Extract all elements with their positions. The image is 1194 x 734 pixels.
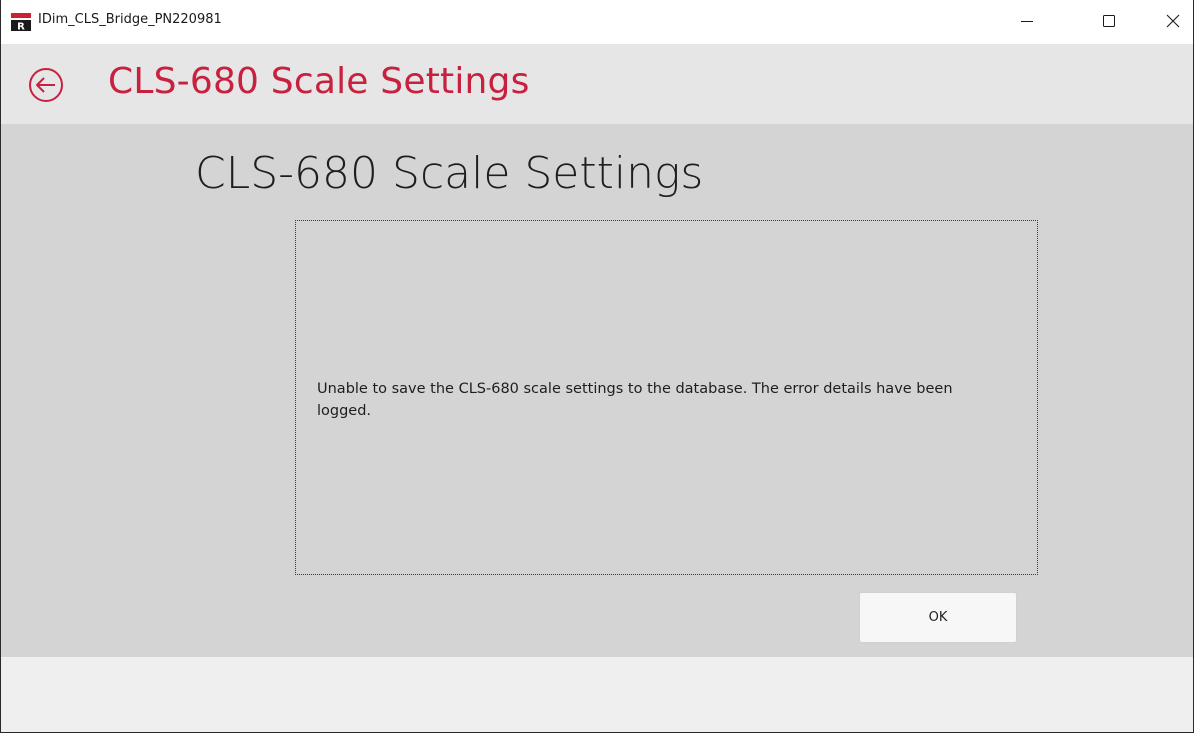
content-panel: CLS-680 Scale Settings Unable to save th… [1, 124, 1193, 657]
window-title: IDim_CLS_Bridge_PN220981 [38, 12, 222, 27]
maximize-icon [1103, 15, 1115, 27]
minimize-button[interactable] [1004, 0, 1050, 44]
svg-text:R: R [17, 22, 25, 32]
back-button[interactable] [26, 65, 66, 105]
app-window: R IDim_CLS_Bridge_PN220981 CLS-680 Scale… [0, 0, 1194, 733]
close-button[interactable] [1150, 0, 1193, 44]
header-title: CLS-680 Scale Settings [108, 61, 530, 102]
error-message: Unable to save the CLS-680 scale setting… [317, 381, 953, 419]
maximize-button[interactable] [1086, 0, 1132, 44]
message-box: Unable to save the CLS-680 scale setting… [295, 220, 1038, 575]
minimize-icon [1021, 21, 1033, 22]
page-title: CLS-680 Scale Settings [195, 148, 704, 199]
back-arrow-icon [29, 68, 63, 102]
title-bar[interactable]: R IDim_CLS_Bridge_PN220981 [1, 0, 1193, 44]
footer-area [1, 657, 1193, 732]
page-header: CLS-680 Scale Settings [1, 44, 1193, 124]
close-icon [1166, 14, 1180, 28]
app-logo-icon: R [11, 13, 31, 31]
ok-button[interactable]: OK [859, 592, 1017, 643]
